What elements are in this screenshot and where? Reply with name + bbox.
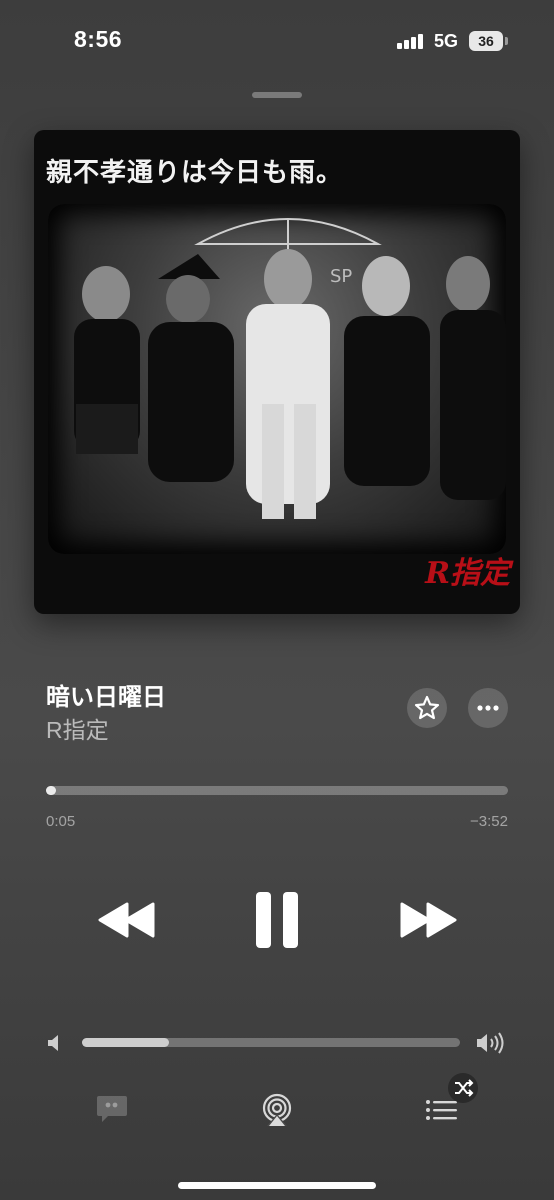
- shuffle-badge[interactable]: [448, 1073, 478, 1103]
- pause-icon: [256, 892, 298, 948]
- airplay-button[interactable]: [259, 1092, 295, 1128]
- home-indicator[interactable]: [178, 1182, 376, 1189]
- airplay-icon: [262, 1093, 292, 1126]
- track-title[interactable]: 暗い日曜日: [46, 677, 166, 712]
- pause-button[interactable]: [242, 890, 312, 950]
- album-artwork: 親不孝通りは今日も雨。 SP R指定: [34, 130, 520, 614]
- artwork-caption: 親不孝通りは今日も雨。: [46, 158, 344, 188]
- network-label: 5G: [434, 31, 459, 51]
- elapsed-time: 0:05: [46, 813, 76, 830]
- star-icon: [414, 695, 440, 720]
- ellipsis-icon: [477, 705, 499, 711]
- artist-name[interactable]: R指定: [46, 711, 109, 745]
- rewind-button[interactable]: [92, 890, 162, 950]
- speaker-high-icon: [475, 1030, 507, 1056]
- svg-text:SP: SP: [330, 266, 352, 287]
- speaker-low-icon: [46, 1033, 64, 1053]
- lyrics-button[interactable]: [94, 1092, 130, 1126]
- shuffle-icon: [455, 1079, 474, 1097]
- battery-icon: 36: [469, 31, 503, 51]
- forward-icon: [400, 902, 457, 938]
- artwork-photo: SP: [48, 204, 506, 554]
- battery-tip: [505, 37, 508, 45]
- progress-fill: [46, 786, 57, 795]
- forward-button[interactable]: [393, 890, 463, 950]
- volume-fill: [82, 1038, 169, 1047]
- signal-icon: [397, 33, 425, 49]
- status-time: 8:56: [74, 26, 123, 52]
- backward-icon: [98, 902, 155, 938]
- artwork-logo: R指定: [425, 556, 510, 591]
- band-photo-graphic: SP: [74, 218, 506, 519]
- remaining-time: −3:52: [470, 813, 508, 830]
- progress-track[interactable]: [46, 786, 508, 795]
- favorite-button[interactable]: [407, 688, 447, 728]
- sheet-grabber[interactable]: [252, 92, 302, 98]
- more-button[interactable]: [468, 688, 508, 728]
- lyrics-bubble-icon: [97, 1096, 127, 1122]
